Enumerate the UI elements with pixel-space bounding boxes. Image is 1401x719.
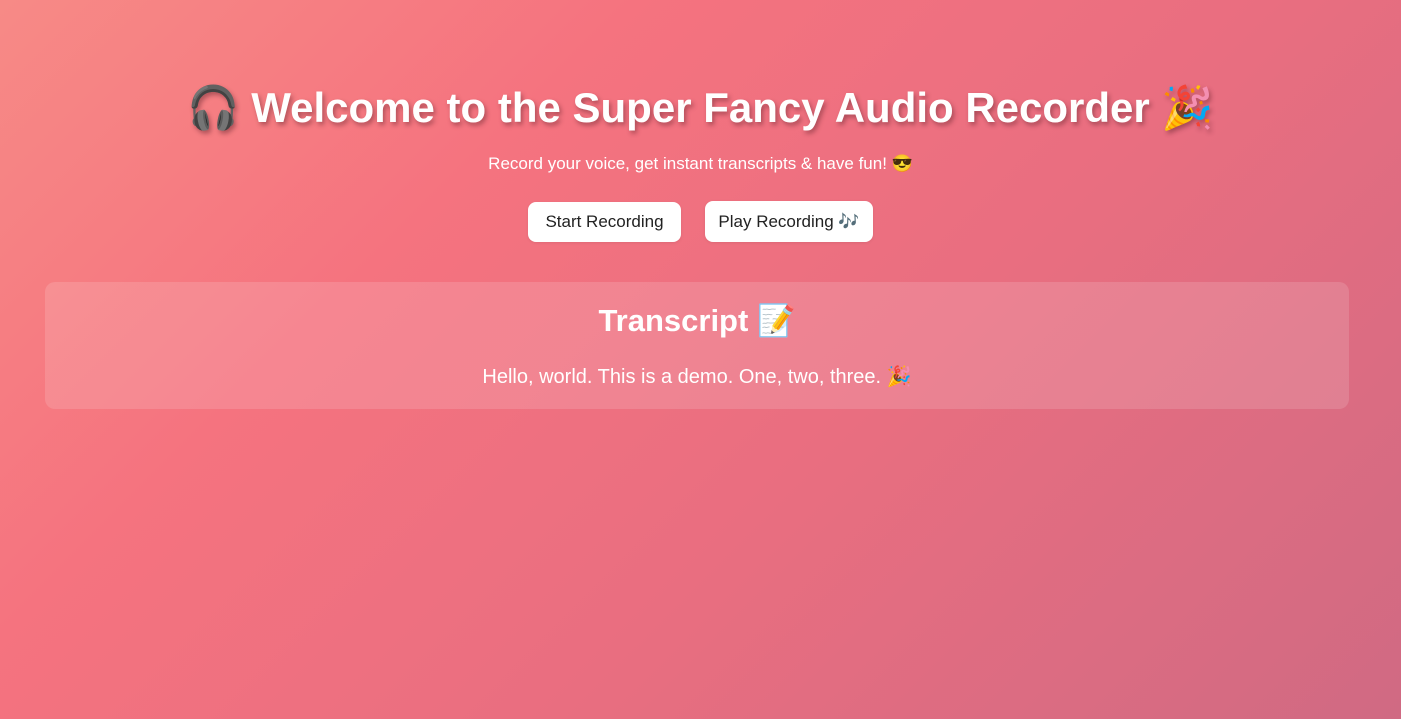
memo-icon: 📝 <box>756 303 796 338</box>
play-recording-button[interactable]: Play Recording 🎶 <box>705 201 873 242</box>
page-subtitle: Record your voice, get instant transcrip… <box>488 154 913 173</box>
transcript-text: Hello, world. This is a demo. One, two, … <box>482 366 912 388</box>
transcript-panel: Transcript 📝 Hello, world. This is a dem… <box>45 282 1349 409</box>
headphones-icon: 🎧 <box>187 84 240 131</box>
recording-controls: Start Recording Play Recording 🎶 <box>0 201 1401 242</box>
transcript-heading-text: Transcript <box>598 303 749 338</box>
page-title: 🎧 Welcome to the Super Fancy Audio Recor… <box>0 80 1401 136</box>
page-header: 🎧 Welcome to the Super Fancy Audio Recor… <box>0 80 1401 173</box>
page-title-text: Welcome to the Super Fancy Audio Recorde… <box>251 84 1150 131</box>
start-recording-button[interactable]: Start Recording <box>528 201 681 242</box>
party-popper-icon: 🎉 <box>1161 84 1214 131</box>
transcript-heading: Transcript 📝 <box>45 302 1349 340</box>
